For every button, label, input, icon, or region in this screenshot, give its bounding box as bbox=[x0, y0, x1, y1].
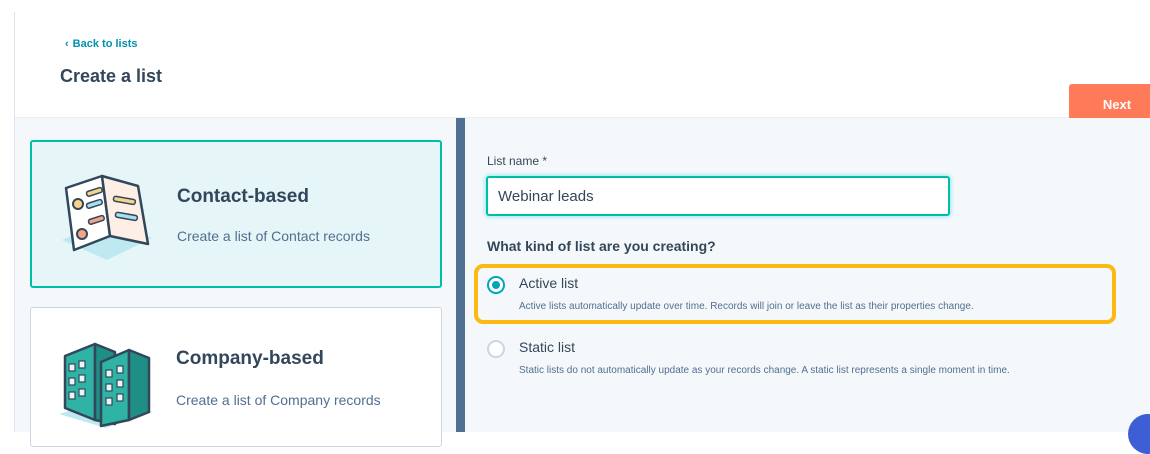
chevron-left-icon: ‹ bbox=[65, 38, 69, 50]
back-link-label: Back to lists bbox=[72, 38, 138, 50]
card-description: Create a list of Contact records bbox=[177, 228, 370, 244]
contact-based-card[interactable]: Contact-based Create a list of Contact r… bbox=[30, 140, 442, 288]
company-based-card[interactable]: Company-based Create a list of Company r… bbox=[30, 307, 442, 447]
option-description: Static lists do not automatically update… bbox=[519, 365, 1010, 376]
back-to-lists-link[interactable]: ‹ Back to lists bbox=[65, 38, 137, 50]
panel-divider[interactable] bbox=[456, 118, 465, 432]
card-title: Company-based bbox=[176, 348, 324, 369]
option-label: Active list bbox=[519, 275, 579, 291]
contact-cards-icon bbox=[62, 174, 152, 260]
option-label: Static list bbox=[519, 339, 576, 355]
company-building-icon bbox=[59, 342, 153, 428]
list-details-panel: List name * What kind of list are you cr… bbox=[465, 118, 1150, 432]
page-title: Create a list bbox=[60, 66, 163, 86]
card-description: Create a list of Company records bbox=[176, 392, 381, 408]
static-list-radio[interactable] bbox=[487, 340, 505, 358]
list-name-label: List name * bbox=[487, 154, 548, 168]
page-header: ‹ Back to lists Create a list Next bbox=[14, 12, 1150, 124]
option-description: Active lists automatically update over t… bbox=[519, 301, 974, 312]
card-title: Contact-based bbox=[177, 186, 309, 207]
list-type-panel: Contact-based Create a list of Contact r… bbox=[14, 118, 457, 447]
active-list-radio[interactable] bbox=[487, 276, 505, 294]
list-kind-question: What kind of list are you creating? bbox=[487, 238, 716, 254]
list-name-input[interactable] bbox=[486, 176, 950, 216]
